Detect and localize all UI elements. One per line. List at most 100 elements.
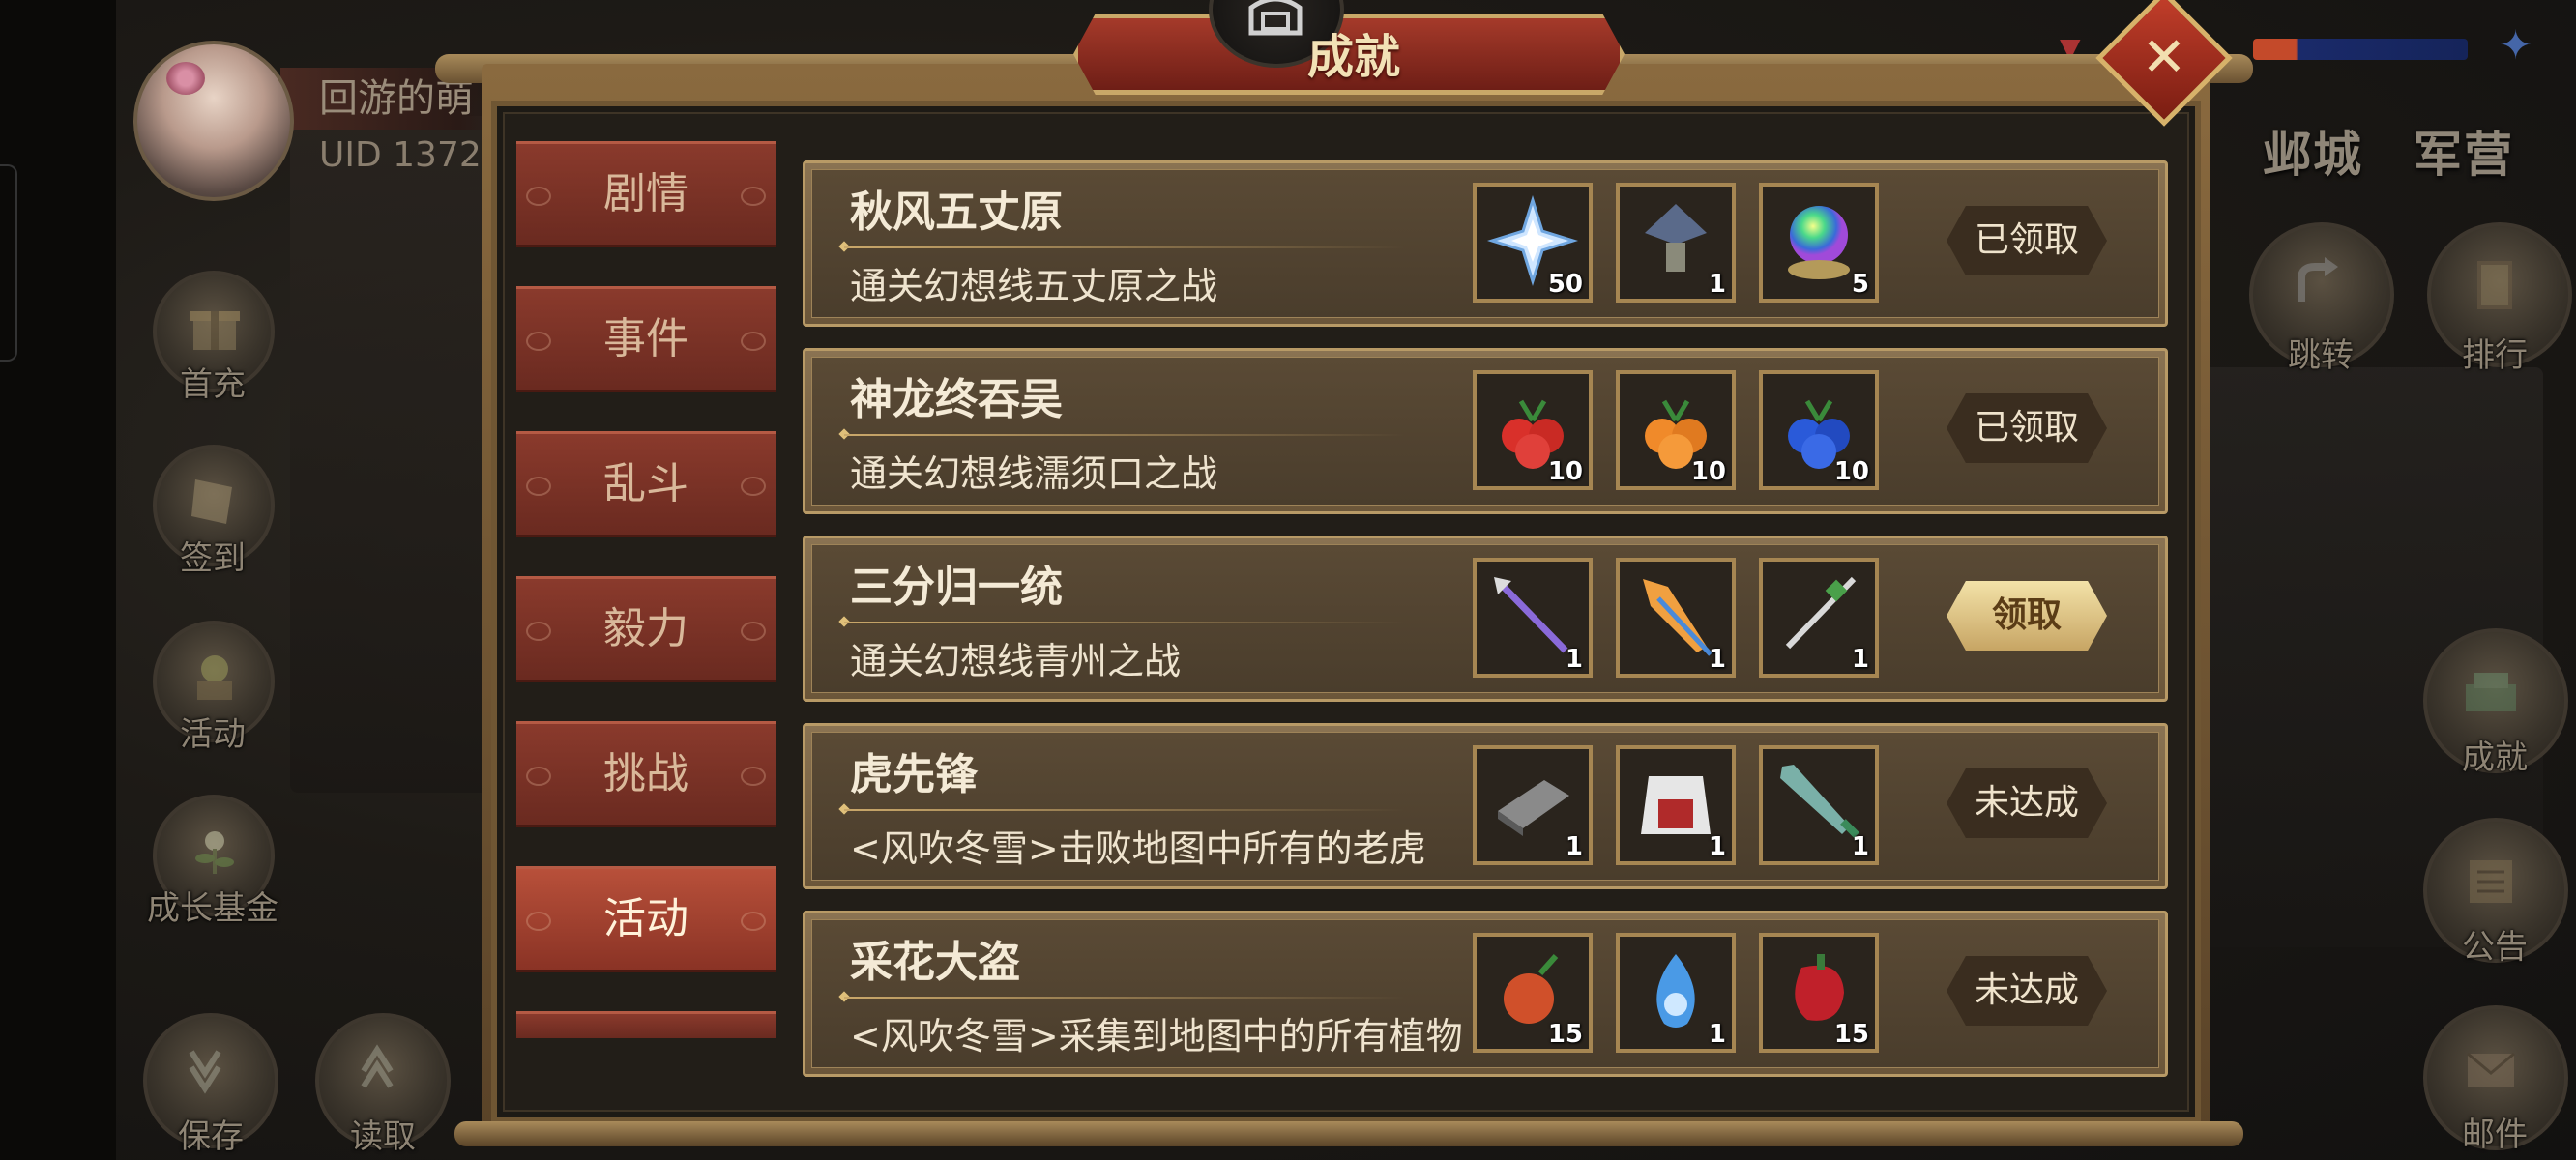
- reward-count: 10: [1833, 457, 1869, 486]
- reward-count: 1: [1708, 270, 1726, 299]
- tab-ornament: [741, 332, 766, 351]
- achievement-row: 采花大盗 <风吹冬雪>采集到地图中的所有植物 15 1 15 未达成: [803, 911, 2168, 1077]
- reward-item[interactable]: 1: [1759, 558, 1879, 678]
- menu-label-notice: 公告: [2462, 928, 2528, 967]
- status-button-claimed: 已领取: [1947, 206, 2107, 276]
- menu-label-mail: 邮件: [2462, 1116, 2528, 1154]
- achievement-description: 通关幻想线青州之战: [850, 640, 1182, 682]
- reward-count: 50: [1547, 270, 1583, 299]
- reward-count: 1: [1851, 832, 1869, 861]
- category-tab-story[interactable]: 剧情: [516, 141, 776, 247]
- achievement-description: <风吹冬雪>采集到地图中的所有植物: [850, 1015, 1463, 1058]
- reward-item[interactable]: 1: [1616, 933, 1736, 1053]
- reward-item[interactable]: 1: [1759, 745, 1879, 865]
- menu-label-first-recharge: 首充: [180, 365, 246, 404]
- reward-count: 1: [1851, 645, 1869, 674]
- tab-ornament: [526, 622, 551, 641]
- category-tab-brawl[interactable]: 乱斗: [516, 431, 776, 537]
- reward-item[interactable]: 1: [1473, 745, 1593, 865]
- row-divider: [844, 997, 1405, 999]
- category-tab-activity[interactable]: 活动: [516, 866, 776, 972]
- reward-item[interactable]: 15: [1759, 933, 1879, 1053]
- row-divider: [844, 434, 1405, 436]
- load-icon: [361, 1044, 394, 1088]
- category-tab-partial[interactable]: [516, 1011, 776, 1038]
- row-divider: [844, 246, 1405, 248]
- tab-ornament: [526, 912, 551, 931]
- category-tab-label: 毅力: [603, 604, 688, 653]
- reward-item[interactable]: 10: [1473, 370, 1593, 490]
- tab-ornament: [741, 187, 766, 206]
- tab-ornament: [741, 622, 766, 641]
- side-edge-handle: [0, 164, 17, 362]
- achievement-list[interactable]: 秋风五丈原 通关幻想线五丈原之战 50 1 5 已领取 神龙终吞吴 通关幻想线濡…: [795, 133, 2174, 1081]
- tab-yecheng[interactable]: 邺城: [2263, 116, 2363, 186]
- tab-ornament: [526, 332, 551, 351]
- menu-label-sign-in: 签到: [180, 539, 246, 578]
- category-tab-label: 挑战: [603, 749, 688, 798]
- plant-icon: [195, 831, 234, 874]
- tab-ornament: [741, 477, 766, 496]
- achievement-title: 神龙终吞吴: [850, 375, 1063, 424]
- close-icon[interactable]: ✕: [2116, 10, 2212, 106]
- tab-ornament: [526, 477, 551, 496]
- achievement-description: 通关幻想线濡须口之战: [850, 452, 1218, 495]
- tab-ornament: [526, 187, 551, 206]
- status-button-locked: 未达成: [1947, 768, 2107, 838]
- save-icon: [189, 1050, 221, 1094]
- reward-item[interactable]: 1: [1616, 558, 1736, 678]
- tab-ornament: [741, 767, 766, 786]
- reward-item[interactable]: 1: [1616, 183, 1736, 303]
- menu-label-activity: 活动: [180, 715, 246, 754]
- category-tab-label: 活动: [603, 894, 688, 943]
- tab-ornament: [526, 767, 551, 786]
- gift-icon: [190, 311, 240, 350]
- status-button-claimed: 已领取: [1947, 393, 2107, 463]
- achievement-description: <风吹冬雪>击败地图中所有的老虎: [850, 827, 1426, 870]
- menu-label-load: 读取: [350, 1117, 416, 1156]
- reward-count: 1: [1565, 645, 1583, 674]
- category-tab-event[interactable]: 事件: [516, 286, 776, 392]
- menu-label-growth-fund: 成长基金: [147, 889, 278, 928]
- reward-count: 10: [1547, 457, 1583, 486]
- reward-item[interactable]: 10: [1616, 370, 1736, 490]
- category-tab-label: 剧情: [603, 169, 688, 218]
- reward-count: 1: [1708, 1020, 1726, 1049]
- reward-item[interactable]: 5: [1759, 183, 1879, 303]
- reward-item[interactable]: 1: [1616, 745, 1736, 865]
- status-button-locked: 未达成: [1947, 956, 2107, 1026]
- reward-count: 10: [1690, 457, 1726, 486]
- player-uid: UID 1372: [319, 135, 482, 175]
- reward-count: 5: [1851, 270, 1869, 299]
- reward-count: 15: [1833, 1020, 1869, 1049]
- achievement-title: 采花大盗: [850, 938, 1020, 987]
- menu-label-achievement: 成就: [2462, 739, 2528, 777]
- row-divider: [844, 622, 1405, 624]
- category-tab-perseverance[interactable]: 毅力: [516, 576, 776, 682]
- flower-basket-icon: [197, 655, 232, 700]
- achievement-row: 神龙终吞吴 通关幻想线濡须口之战 10 10 10 已领取: [803, 348, 2168, 514]
- tab-ornament: [741, 912, 766, 931]
- reward-count: 1: [1708, 832, 1726, 861]
- reward-item[interactable]: 50: [1473, 183, 1593, 303]
- achievement-description: 通关幻想线五丈原之战: [850, 265, 1218, 307]
- dialog-title: 成就: [1306, 30, 1400, 84]
- achievement-row: 三分归一统 通关幻想线青州之战 1 1 1 领取: [803, 536, 2168, 702]
- reward-item[interactable]: 1: [1473, 558, 1593, 678]
- claim-button[interactable]: 领取: [1947, 581, 2107, 651]
- achievement-title: 虎先锋: [850, 750, 978, 799]
- menu-label-jump: 跳转: [2288, 336, 2354, 375]
- reward-count: 1: [1565, 832, 1583, 861]
- player-avatar[interactable]: [133, 41, 294, 201]
- reward-item[interactable]: 10: [1759, 370, 1879, 490]
- notice-scroll-icon: [2470, 860, 2512, 903]
- category-tab-challenge[interactable]: 挑战: [516, 721, 776, 827]
- hair-flower-icon: [166, 62, 205, 95]
- tab-barracks[interactable]: 军营: [2414, 116, 2514, 186]
- achievement-icon: [2466, 673, 2516, 711]
- reward-item[interactable]: 15: [1473, 933, 1593, 1053]
- achievement-row: 秋风五丈原 通关幻想线五丈原之战 50 1 5 已领取: [803, 160, 2168, 327]
- blue-bird-icon: ✦: [2499, 21, 2533, 69]
- achievement-title: 三分归一统: [850, 563, 1063, 612]
- menu-label-ranking: 排行: [2462, 336, 2528, 375]
